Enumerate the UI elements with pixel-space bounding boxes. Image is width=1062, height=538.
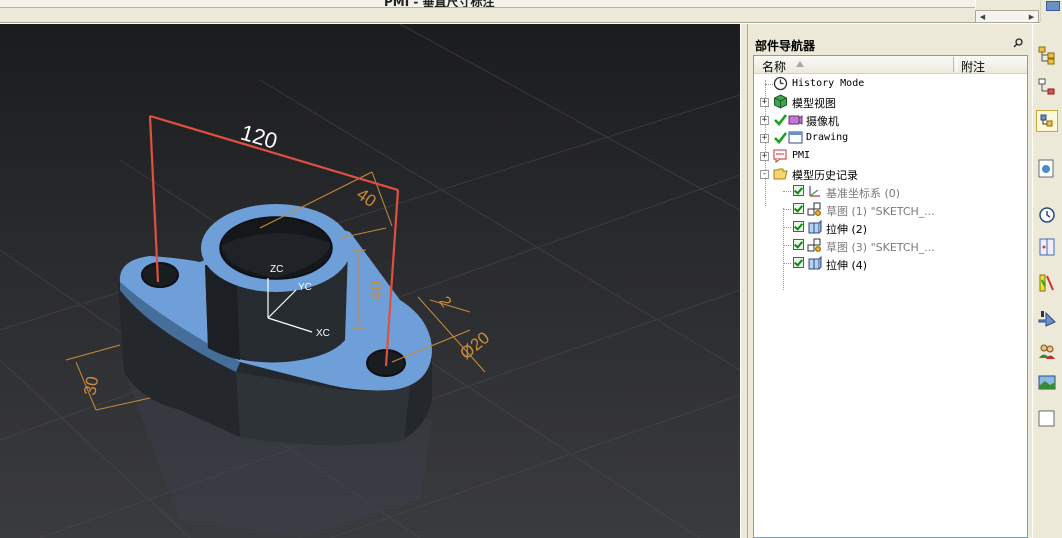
dim-40-horizontal[interactable]: 40 bbox=[353, 185, 379, 211]
tree-item-label: 拉伸 (4) bbox=[826, 259, 868, 272]
tree-line bbox=[783, 227, 791, 228]
green-check-icon bbox=[774, 114, 788, 126]
expand-icon[interactable]: + bbox=[760, 134, 769, 143]
tree-item-extrude-4[interactable]: 拉伸 (4) bbox=[754, 255, 1024, 273]
tree-item-cameras[interactable]: + 摄像机 bbox=[754, 111, 1024, 129]
visibility-checkbox[interactable] bbox=[793, 239, 804, 250]
expand-icon[interactable]: + bbox=[760, 98, 769, 107]
column-separator[interactable] bbox=[953, 57, 957, 72]
tree-item-history-mode[interactable]: History Mode bbox=[754, 75, 1024, 93]
tree-item-sketch-1[interactable]: 草图 (1) "SKETCH_... bbox=[754, 201, 1024, 219]
roles-icon[interactable] bbox=[1036, 340, 1058, 362]
tree-item-sketch-3[interactable]: 草图 (3) "SKETCH_... bbox=[754, 237, 1024, 255]
tree-line bbox=[783, 191, 791, 192]
model-canvas[interactable]: ZC YC XC 40 40 30 2 Ø20 120 bbox=[0, 24, 740, 538]
extrude-icon bbox=[808, 220, 822, 234]
tree-item-label: Drawing bbox=[806, 132, 849, 143]
system-scenes-icon[interactable] bbox=[1036, 372, 1058, 394]
tree-item-pmi[interactable]: + PMI bbox=[754, 147, 1024, 165]
expand-icon[interactable]: + bbox=[760, 116, 769, 125]
sketch-icon bbox=[807, 202, 821, 216]
part-navigator: 部件导航器 名称 附注 History Mode + 模型视图 + 摄像机 + … bbox=[748, 24, 1032, 538]
column-header-name[interactable]: 名称 bbox=[762, 58, 786, 75]
title-strip: PMI - 垂直尺寸标注 ◀ ▶ bbox=[0, 0, 1062, 25]
column-header-notes[interactable]: 附注 bbox=[961, 58, 985, 75]
scroll-left-icon[interactable]: ◀ bbox=[977, 12, 988, 22]
visibility-checkbox[interactable] bbox=[793, 185, 804, 196]
scroll-right-icon[interactable]: ▶ bbox=[1026, 12, 1037, 22]
tree-item-label: 草图 (1) "SKETCH_... bbox=[826, 205, 935, 218]
tree-item-model-views[interactable]: + 模型视图 bbox=[754, 93, 1024, 111]
tree-item-label: 基准坐标系 (0) bbox=[826, 187, 901, 200]
pane-splitter[interactable] bbox=[740, 24, 748, 538]
constraint-navigator-icon[interactable] bbox=[1036, 76, 1058, 98]
dialog-title-bar: PMI - 垂直尺寸标注 bbox=[0, 0, 975, 8]
axis-label-zc: ZC bbox=[270, 264, 283, 275]
tree-line bbox=[783, 245, 791, 246]
green-check-icon bbox=[774, 132, 788, 144]
resource-bar-top-icon[interactable] bbox=[1040, 0, 1062, 22]
assembly-navigator-icon[interactable] bbox=[1036, 44, 1058, 66]
toolbar-corner bbox=[975, 0, 1040, 10]
history-icon[interactable] bbox=[1036, 204, 1058, 226]
graphics-window[interactable]: ZC YC XC 40 40 30 2 Ø20 120 bbox=[0, 24, 740, 538]
tree-item-label: 模型历史记录 bbox=[792, 169, 858, 182]
system-materials-icon[interactable] bbox=[1036, 236, 1058, 258]
model-views-icon bbox=[774, 94, 787, 109]
tree-item-label: History Mode bbox=[792, 78, 865, 89]
visibility-checkbox[interactable] bbox=[793, 257, 804, 268]
hole-left bbox=[141, 262, 179, 288]
datum-csys-icon bbox=[809, 186, 820, 197]
tree-line bbox=[783, 209, 791, 210]
visibility-checkbox[interactable] bbox=[793, 203, 804, 214]
dim-40-vertical[interactable]: 40 bbox=[367, 281, 386, 300]
sort-ascending-icon bbox=[796, 61, 804, 67]
resource-bar bbox=[1032, 24, 1062, 538]
tree-item-datum-csys[interactable]: 基准坐标系 (0) bbox=[754, 183, 1024, 201]
tree-item-label: 模型视图 bbox=[792, 97, 836, 110]
dim-30[interactable]: 30 bbox=[80, 375, 102, 397]
tree-header: 名称 附注 bbox=[754, 56, 1027, 74]
history-clock-icon bbox=[773, 76, 788, 91]
tree-item-extrude-2[interactable]: 拉伸 (2) bbox=[754, 219, 1024, 237]
visibility-checkbox[interactable] bbox=[793, 221, 804, 232]
collapse-icon[interactable]: - bbox=[760, 170, 769, 179]
sketch-icon bbox=[807, 238, 821, 252]
tree-item-label: 拉伸 (2) bbox=[826, 223, 868, 236]
tree-item-label: 摄像机 bbox=[806, 115, 839, 128]
axis-label-yc: YC bbox=[298, 282, 312, 293]
pin-icon[interactable] bbox=[1013, 38, 1023, 48]
manufacturing-wizard-icon[interactable] bbox=[1036, 308, 1058, 330]
blank-icon[interactable] bbox=[1036, 408, 1058, 430]
pmi-icon bbox=[773, 149, 787, 163]
axis-label-xc: XC bbox=[316, 328, 330, 339]
tree-item-model-history[interactable]: - 模型历史记录 bbox=[754, 165, 1024, 183]
pmi-dim-120-label[interactable]: 120 bbox=[238, 120, 280, 154]
part-navigator-glyph bbox=[1040, 114, 1053, 127]
tree-item-label: PMI bbox=[792, 150, 811, 161]
extrude-icon bbox=[808, 256, 822, 270]
reuse-library-icon[interactable] bbox=[1036, 158, 1058, 180]
process-studio-icon[interactable] bbox=[1036, 272, 1058, 294]
navigator-title: 部件导航器 bbox=[755, 39, 816, 53]
tree-line bbox=[783, 263, 791, 264]
drawing-sheet-icon bbox=[788, 131, 803, 144]
toolbar-area bbox=[0, 8, 975, 19]
tree-item-label: 草图 (3) "SKETCH_... bbox=[826, 241, 935, 254]
expand-icon[interactable]: + bbox=[760, 152, 769, 161]
part-navigator-icon[interactable] bbox=[1036, 110, 1058, 132]
navigator-tree[interactable]: 名称 附注 History Mode + 模型视图 + 摄像机 + Drawin… bbox=[753, 55, 1028, 538]
folder-open-icon bbox=[773, 168, 788, 180]
camera-icon bbox=[788, 115, 803, 125]
tree-item-drawing[interactable]: + Drawing bbox=[754, 129, 1024, 147]
dialog-title: PMI - 垂直尺寸标注 bbox=[384, 0, 495, 8]
dim-2[interactable]: 2 bbox=[435, 294, 454, 311]
